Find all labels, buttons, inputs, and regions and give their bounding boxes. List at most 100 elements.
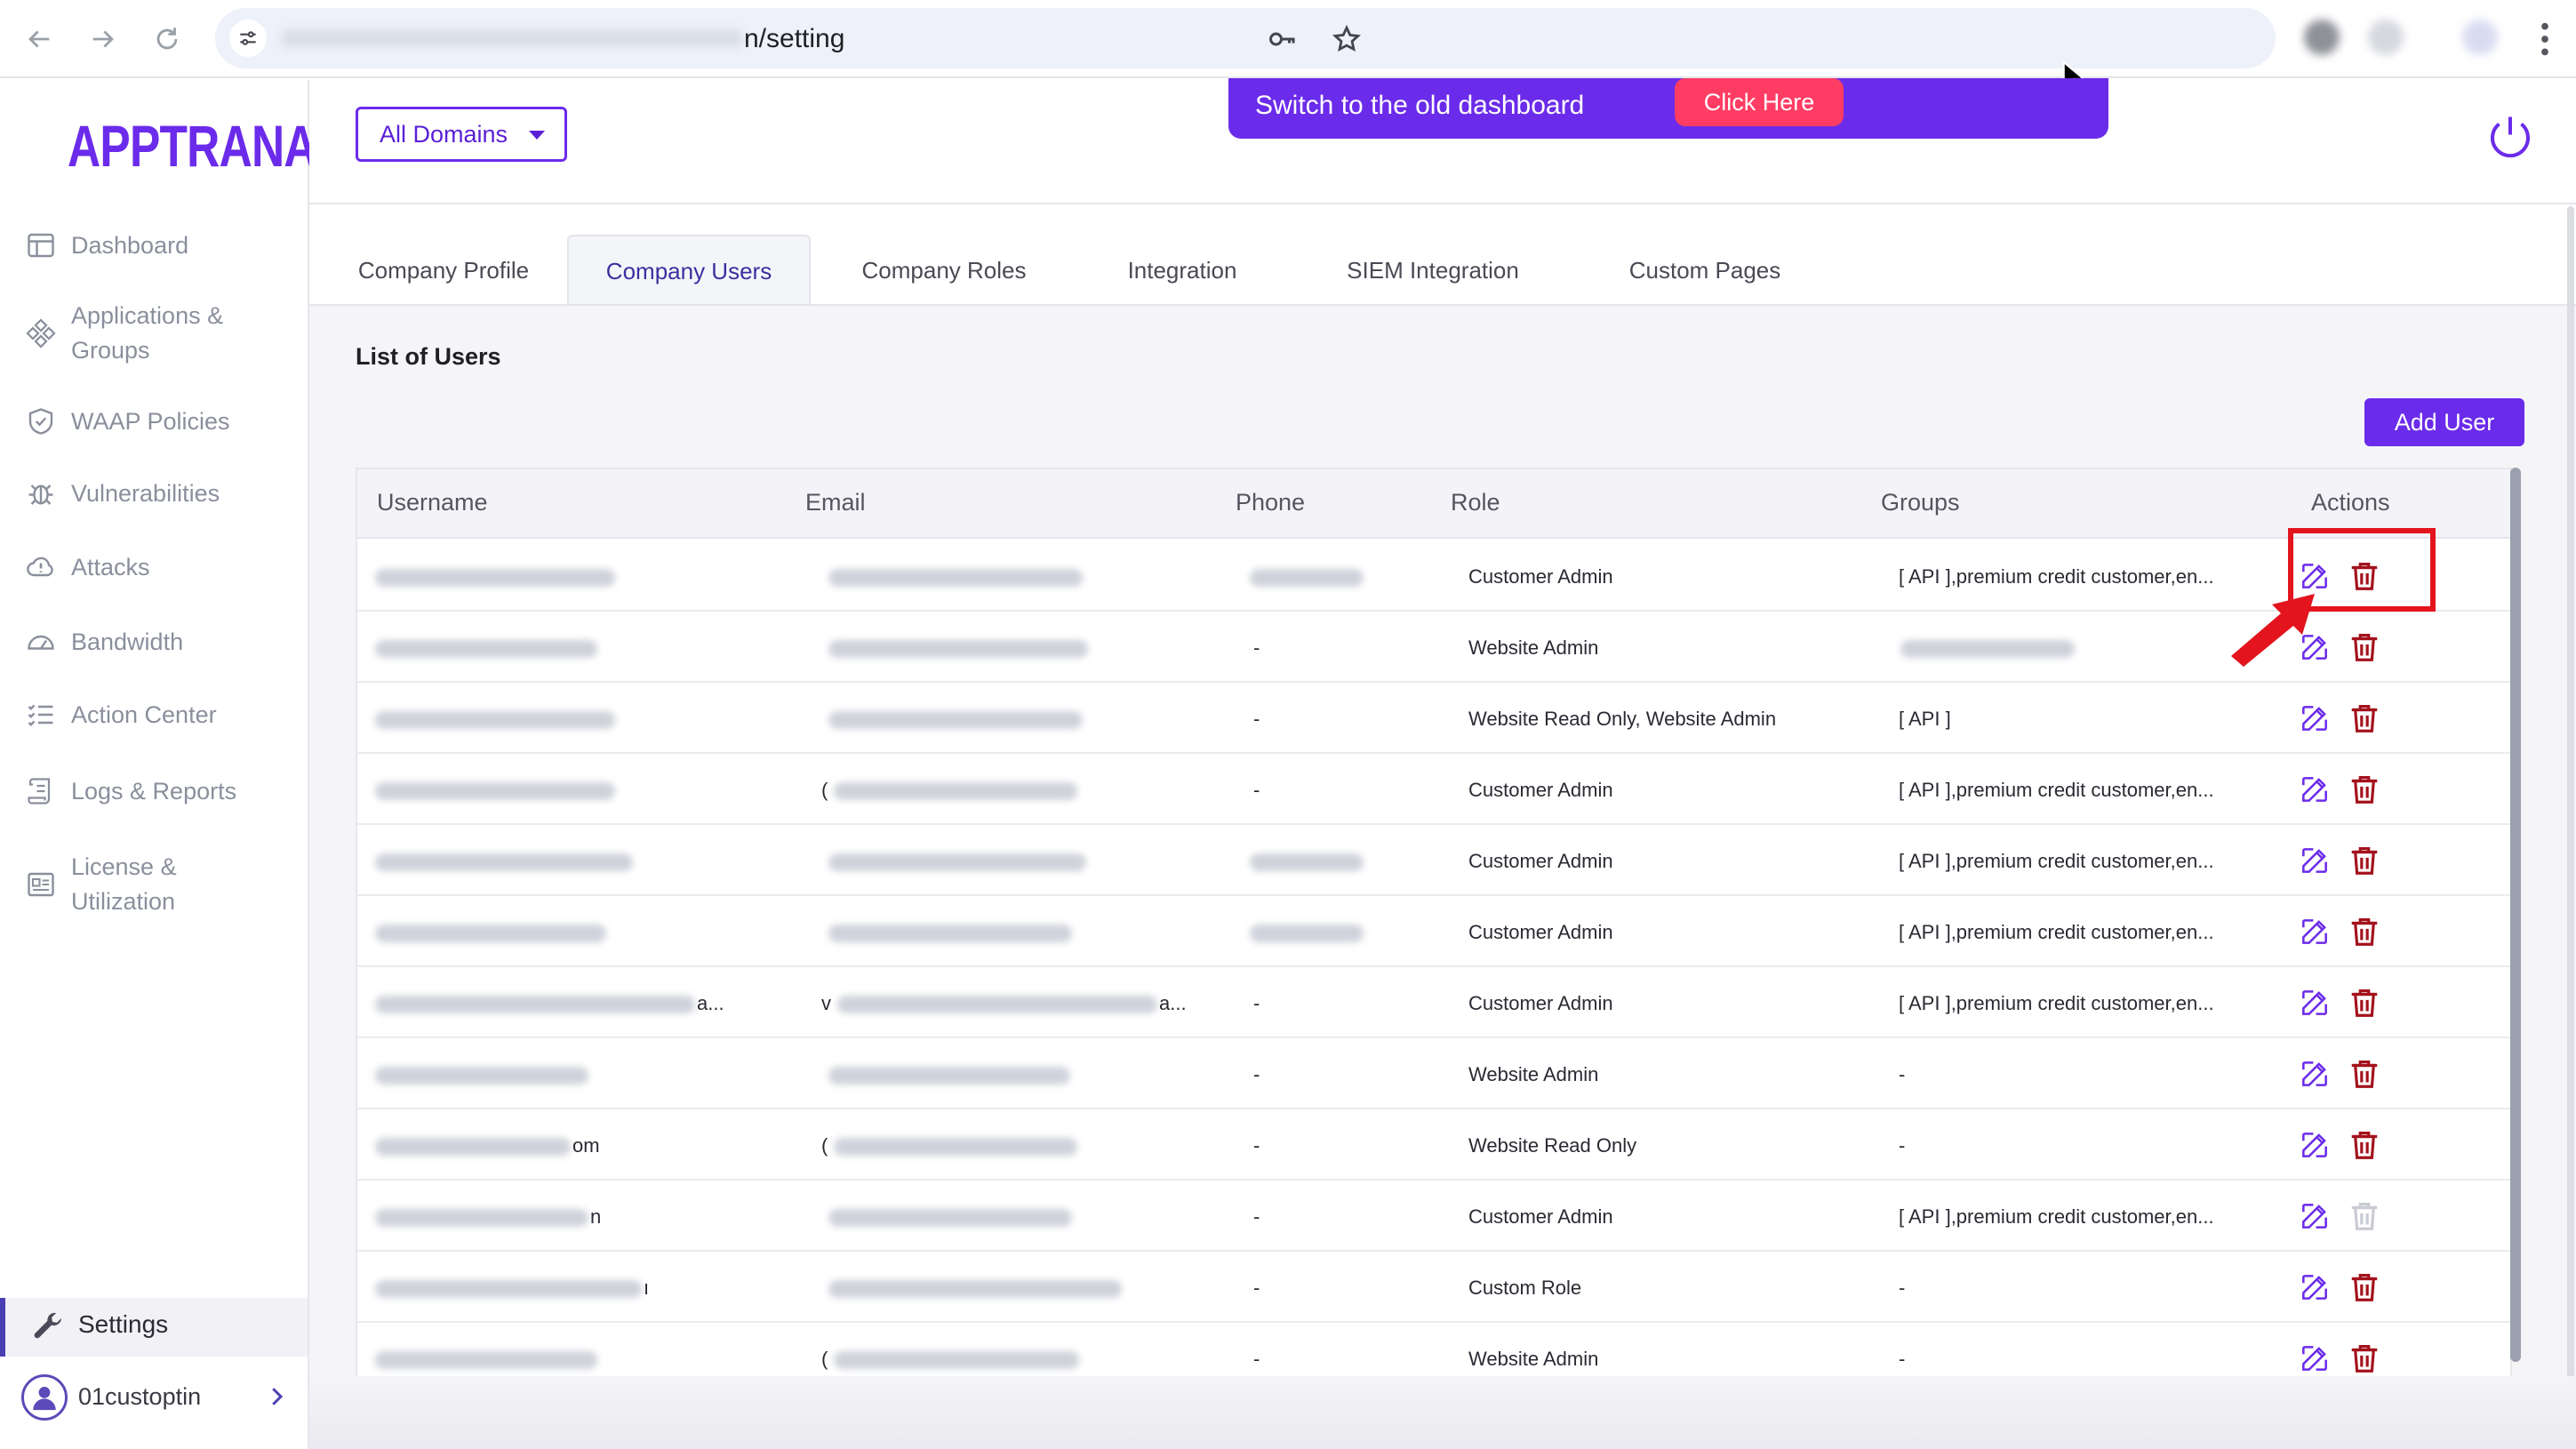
sidebar-item-attacks[interactable]: Attacks	[23, 549, 150, 585]
table-row: a... v a... - Customer Admin [ API ],premium …	[357, 967, 2510, 1038]
edit-icon	[2298, 986, 2332, 1020]
delete-user-button[interactable]	[2345, 912, 2384, 951]
sidebar-item-vulnerabilities[interactable]: Vulnerabilities	[23, 476, 220, 511]
site-info-icon[interactable]	[229, 20, 267, 57]
edit-user-button[interactable]	[2295, 1054, 2334, 1093]
delete-user-button[interactable]	[2345, 1054, 2384, 1093]
checklist-icon	[23, 697, 59, 733]
edit-user-button[interactable]	[2295, 841, 2334, 880]
edit-user-button[interactable]	[2295, 770, 2334, 809]
domain-select[interactable]: All Domains	[356, 107, 567, 162]
wrench-icon	[34, 1312, 61, 1339]
chevron-right-icon[interactable]	[263, 1383, 290, 1410]
column-header-email[interactable]: Email	[805, 489, 866, 516]
sidebar-item-label: Settings	[78, 1310, 169, 1338]
edit-user-button[interactable]	[2295, 983, 2334, 1022]
dashboard-icon	[23, 228, 59, 263]
sidebar-item-dashboard[interactable]: Dashboard	[23, 228, 188, 263]
apptrana-logo[interactable]: APPTRANA	[68, 112, 317, 180]
edit-user-button[interactable]	[2295, 699, 2334, 738]
profile-icon[interactable]	[2462, 20, 2498, 55]
edit-icon	[2298, 1128, 2332, 1162]
sidebar-user-menu[interactable]: 01custoptin	[0, 1365, 308, 1428]
email-cell-prefix: (	[821, 1134, 828, 1157]
delete-user-button[interactable]	[2345, 983, 2384, 1022]
role-cell: Website Admin	[1468, 1348, 1599, 1370]
phone-cell: -	[1253, 1205, 1260, 1228]
delete-user-button[interactable]	[2345, 770, 2384, 809]
back-button[interactable]	[16, 16, 62, 62]
column-header-phone[interactable]: Phone	[1236, 489, 1305, 516]
sidebar: APPTRANA Dashboard Applications & Groups…	[0, 80, 317, 1449]
tab-custom-pages[interactable]: Custom Pages	[1579, 235, 1831, 306]
column-header-role[interactable]: Role	[1451, 489, 1500, 516]
column-header-username[interactable]: Username	[377, 489, 488, 516]
user-name: 01custoptin	[78, 1383, 202, 1410]
sidebar-item-settings[interactable]: Settings	[0, 1298, 308, 1357]
role-cell: Website Admin	[1468, 636, 1599, 659]
table-scrollbar[interactable]	[2510, 468, 2521, 1362]
delete-user-button[interactable]	[2345, 841, 2384, 880]
forward-button[interactable]	[80, 16, 126, 62]
role-cell: Customer Admin	[1468, 992, 1613, 1014]
sidebar-item-label: Dashboard	[71, 231, 189, 259]
forward-arrow-icon	[92, 30, 114, 48]
sidebar-item-bandwidth[interactable]: Bandwidth	[23, 624, 183, 660]
delete-user-button[interactable]	[2345, 628, 2384, 667]
delete-user-button[interactable]	[2345, 699, 2384, 738]
reload-button[interactable]	[144, 16, 190, 62]
sidebar-item-logs-reports[interactable]: Logs & Reports	[23, 773, 236, 809]
edit-user-button[interactable]	[2295, 1197, 2334, 1236]
add-user-button[interactable]: Add User	[2364, 398, 2524, 446]
groups-cell: [ API ]	[1899, 708, 1951, 730]
bookmark-star-icon[interactable]	[1330, 22, 1364, 56]
click-here-button[interactable]: Click Here	[1675, 78, 1844, 126]
password-key-icon[interactable]	[1266, 22, 1300, 56]
edit-user-button[interactable]	[2295, 1125, 2334, 1165]
sidebar-item-applications-groups[interactable]: Applications & Groups	[23, 299, 223, 368]
address-bar[interactable]: n/setting	[215, 8, 2276, 68]
username-redacted	[375, 569, 615, 587]
column-header-groups[interactable]: Groups	[1881, 489, 1960, 516]
username-redacted	[375, 1138, 571, 1156]
role-cell: Custom Role	[1468, 1277, 1582, 1299]
groups-cell: [ API ],premium credit customer,en...	[1899, 565, 2214, 588]
sidebar-item-label: Action Center	[71, 700, 217, 728]
tab-company-users[interactable]: Company Users	[567, 235, 811, 306]
role-cell: Website Admin	[1468, 1063, 1599, 1085]
browser-menu-icon[interactable]	[2532, 18, 2558, 60]
edit-user-button[interactable]	[2295, 1339, 2334, 1378]
sidebar-item-label: WAAP Policies	[71, 407, 230, 435]
sidebar-item-waap-policies[interactable]: WAAP Policies	[23, 404, 230, 439]
delete-user-button[interactable]	[2345, 1339, 2384, 1378]
email-redacted	[834, 782, 1077, 800]
delete-user-button[interactable]	[2345, 1125, 2384, 1165]
tab-company-profile[interactable]: Company Profile	[309, 235, 578, 306]
edit-user-button[interactable]	[2295, 1268, 2334, 1307]
trash-icon	[2348, 1270, 2381, 1304]
table-row: om (- Website Read Only -	[357, 1109, 2510, 1181]
page-scrollbar[interactable]	[2567, 206, 2574, 1449]
groups-cell: [ API ],premium credit customer,en...	[1899, 992, 2214, 1014]
sidebar-item-action-center[interactable]: Action Center	[23, 697, 217, 733]
groups-cell: [ API ],premium credit customer,en...	[1899, 1205, 2214, 1228]
extension-icon[interactable]	[2368, 20, 2404, 55]
delete-user-button[interactable]	[2345, 1268, 2384, 1307]
groups-cell: [ API ],premium credit customer,en...	[1899, 921, 2214, 943]
phone-redacted	[1250, 925, 1364, 942]
tab-siem-integration[interactable]: SIEM Integration	[1287, 235, 1579, 306]
email-redacted	[828, 1067, 1070, 1085]
tab-integration[interactable]: Integration	[1077, 235, 1287, 306]
table-row: Customer Admin [ API ],premium credit cus…	[357, 825, 2510, 896]
table-row: Customer Admin [ API ],premium credit cus…	[357, 540, 2510, 612]
tab-company-roles[interactable]: Company Roles	[811, 235, 1077, 306]
power-logout-icon[interactable]	[2484, 110, 2537, 164]
username-redacted	[375, 925, 606, 942]
extension-icon[interactable]	[2304, 20, 2340, 55]
edit-icon	[2298, 701, 2332, 735]
edit-user-button[interactable]	[2295, 912, 2334, 951]
user-icon	[33, 1386, 56, 1411]
email-cell-prefix: (	[821, 1348, 828, 1370]
table-row: ı - Custom Role -	[357, 1252, 2510, 1323]
sidebar-item-license-utilization[interactable]: License & Utilization	[23, 850, 177, 919]
